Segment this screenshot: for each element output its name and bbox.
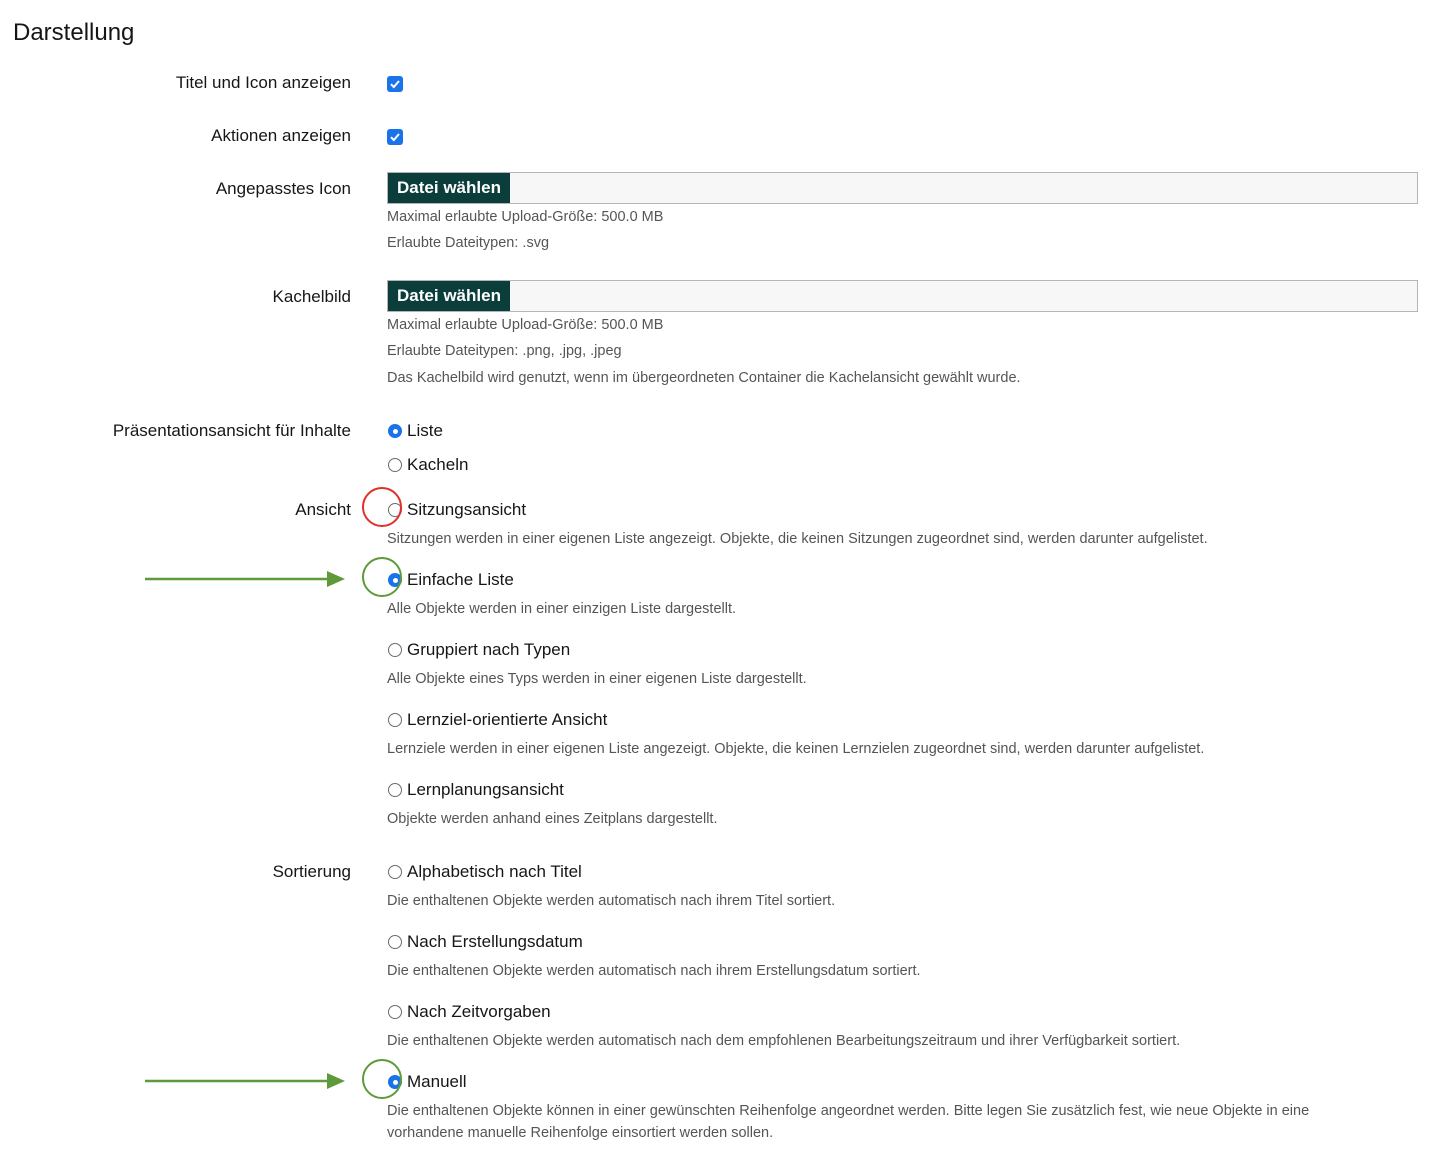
sort-option-schedule: Nach Zeitvorgaben [407, 1002, 551, 1021]
arrow-right-icon [145, 1073, 345, 1089]
sort-option-alphabetic: Alphabetisch nach Titel [407, 862, 582, 881]
sort-radio-creation[interactable] [388, 935, 402, 949]
view-help-simple-list: Alle Objekte werden in einer einzigen Li… [387, 601, 737, 617]
view-help-timeline: Objekte werden anhand eines Zeitplans da… [387, 811, 718, 827]
check-icon [390, 80, 400, 89]
custom-icon-label: Angepasstes Icon [215, 179, 351, 198]
view-label: Ansicht [295, 500, 351, 519]
sort-option-creation: Nach Erstellungsdatum [407, 932, 583, 951]
view-option-session: Sitzungsansicht [407, 500, 527, 519]
tile-image-help-size: Maximal erlaubte Upload-Größe: 500.0 MB [387, 317, 664, 333]
view-option-simple-list: Einfache Liste [407, 570, 514, 589]
custom-icon-file-input[interactable]: Datei wählen [387, 172, 1418, 204]
presentation-option-liste: Liste [407, 421, 443, 440]
sort-radio-alphabetic[interactable] [388, 865, 402, 879]
view-option-objective: Lernziel-orientierte Ansicht [407, 710, 608, 729]
presentation-radio-kacheln[interactable] [388, 458, 402, 472]
view-help-objective: Lernziele werden in einer eigenen Liste … [387, 741, 1205, 757]
highlight-circle-green [362, 557, 402, 597]
highlight-circle-red [362, 487, 402, 527]
choose-file-button[interactable]: Datei wählen [388, 281, 510, 311]
presentation-radio-liste[interactable] [388, 424, 402, 438]
highlight-circle-green [362, 1059, 402, 1099]
view-radio-objective[interactable] [388, 713, 402, 727]
show-actions-checkbox[interactable] [387, 129, 403, 145]
sort-help-alphabetic: Die enthaltenen Objekte werden automatis… [387, 893, 836, 909]
custom-icon-help-types: Erlaubte Dateitypen: .svg [387, 235, 550, 251]
tile-image-help-types: Erlaubte Dateitypen: .png, .jpg, .jpeg [387, 343, 622, 359]
sort-help-schedule: Die enthaltenen Objekte werden automatis… [387, 1033, 1181, 1049]
view-radio-timeline[interactable] [388, 783, 402, 797]
view-help-grouped: Alle Objekte eines Typs werden in einer … [387, 671, 807, 687]
sort-radio-schedule[interactable] [388, 1005, 402, 1019]
tile-image-help-usage: Das Kachelbild wird genutzt, wenn im übe… [387, 370, 1021, 386]
view-help-session: Sitzungen werden in einer eigenen Liste … [387, 531, 1208, 547]
presentation-label: Präsentationsansicht für Inhalte [112, 421, 351, 440]
check-icon [390, 133, 400, 142]
choose-file-button[interactable]: Datei wählen [388, 173, 510, 203]
sort-help-creation: Die enthaltenen Objekte werden automatis… [387, 963, 921, 979]
view-option-grouped: Gruppiert nach Typen [407, 640, 571, 659]
view-option-timeline: Lernplanungsansicht [407, 780, 564, 799]
arrow-right-icon [145, 571, 345, 587]
sort-option-manual: Manuell [407, 1072, 467, 1091]
section-title: Darstellung [13, 19, 135, 46]
sort-help-manual: Die enthaltenen Objekte können in einer … [387, 1103, 1310, 1119]
tile-image-label: Kachelbild [272, 287, 351, 306]
show-actions-label: Aktionen anzeigen [211, 126, 351, 145]
tile-image-file-input[interactable]: Datei wählen [387, 280, 1418, 312]
view-radio-grouped[interactable] [388, 643, 402, 657]
sort-help-manual-line2: vorhandene manuelle Reihenfolge einsorti… [387, 1125, 774, 1141]
show-title-label: Titel und Icon anzeigen [175, 73, 351, 92]
sorting-label: Sortierung [272, 862, 351, 881]
show-title-checkbox[interactable] [387, 76, 403, 92]
presentation-option-kacheln: Kacheln [407, 455, 469, 474]
custom-icon-help-size: Maximal erlaubte Upload-Größe: 500.0 MB [387, 209, 664, 225]
